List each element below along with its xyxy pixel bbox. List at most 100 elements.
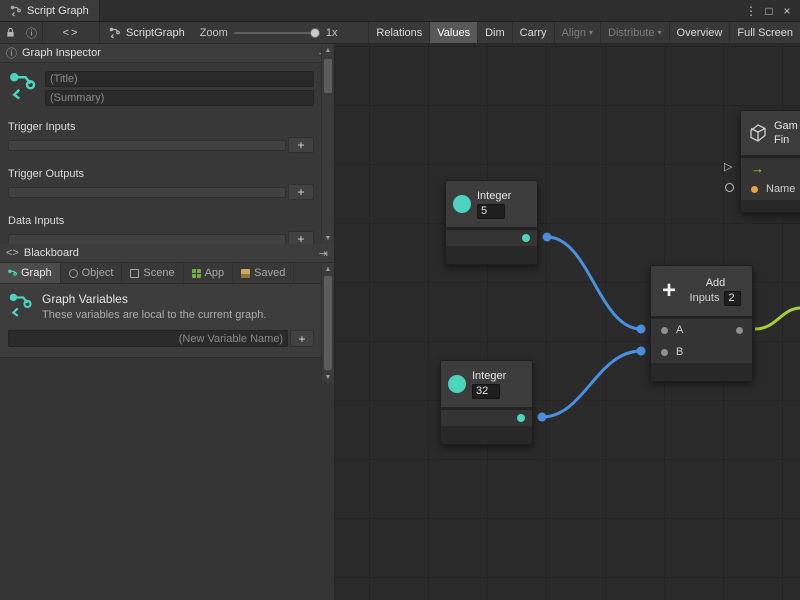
graph-inspector-panel: ⓘ Graph Inspector ⇥ Tri (0, 44, 334, 244)
blackboard-title: Blackboard (24, 247, 79, 259)
node-integer-32[interactable]: Integer (440, 360, 533, 445)
output-port[interactable] (517, 414, 525, 422)
popout-icon[interactable]: ⇥ (319, 247, 328, 260)
carry-button[interactable]: Carry (512, 22, 554, 43)
scroll-up-icon[interactable]: ▲ (322, 44, 334, 56)
variables-icon: <> (6, 247, 19, 259)
overview-button[interactable]: Overview (669, 22, 730, 43)
tab-saved[interactable]: Saved (233, 263, 294, 283)
script-graph-icon (10, 5, 22, 17)
graph-variables-icon (8, 292, 34, 318)
scroll-down-icon[interactable]: ▼ (322, 232, 334, 244)
relations-button[interactable]: Relations (368, 22, 429, 43)
integer-value-input[interactable] (472, 384, 500, 399)
sidebar: ⓘ Graph Inspector ⇥ Tri (0, 44, 335, 600)
trigger-arrow-icon[interactable]: → (751, 161, 764, 176)
tab-object[interactable]: Object (61, 263, 123, 283)
input-port-a[interactable] (661, 327, 668, 334)
graph-title-input[interactable] (45, 71, 314, 87)
wire-endpoint[interactable] (637, 347, 646, 356)
zoom-control: Zoom 1x (194, 22, 344, 43)
tab-script-graph[interactable]: Script Graph (0, 0, 100, 21)
inspector-scrollbar[interactable]: ▲ ▼ (321, 44, 334, 244)
integer-icon (448, 375, 466, 393)
graph-name-button[interactable]: ScriptGraph (100, 22, 194, 43)
trigger-port-icon[interactable]: ▷ (724, 160, 732, 173)
lock-button[interactable] (0, 22, 21, 43)
chevron-down-icon: ▾ (589, 28, 593, 37)
blackboard-tabs: Graph Object Scene App Saved (0, 263, 321, 284)
window-titlebar: Script Graph ⋮ □ × (0, 0, 800, 22)
node-title: Integer (472, 370, 506, 382)
add-trigger-output-button[interactable]: + (288, 184, 314, 200)
wire-integer2-to-add-b (542, 351, 641, 417)
input-port-name[interactable] (751, 186, 758, 193)
scene-tab-icon (130, 269, 139, 278)
window-tab-title: Script Graph (27, 5, 89, 17)
node-title: Integer (477, 190, 511, 202)
node-title: Add (706, 277, 726, 289)
blackboard-panel: <> Blackboard ⇥ Graph Object (0, 244, 334, 600)
code-icon: <> (63, 27, 80, 39)
zoom-slider[interactable] (234, 27, 320, 39)
graph-inspector-body: Trigger Inputs + Trigger Outputs + Data … (0, 63, 334, 247)
add-node-icon: + (658, 280, 680, 302)
object-tab-icon (69, 269, 78, 278)
values-button[interactable]: Values (429, 22, 477, 43)
port-name-label: Name (766, 183, 795, 195)
zoom-slider-handle[interactable] (310, 28, 320, 38)
port-a-label: A (676, 324, 683, 336)
output-port[interactable] (736, 327, 743, 334)
output-port[interactable] (522, 234, 530, 242)
maximize-icon[interactable]: □ (760, 4, 778, 18)
game-object-icon (748, 123, 768, 143)
value-port-icon[interactable] (725, 183, 734, 192)
window-controls: ⋮ □ × (742, 0, 800, 21)
new-variable-input[interactable] (8, 330, 288, 347)
inspector-scrollbar-thumb[interactable] (324, 59, 332, 93)
code-view-button[interactable]: <> (43, 22, 99, 43)
full-screen-button[interactable]: Full Screen (729, 22, 800, 43)
info-icon: ⓘ (6, 45, 17, 61)
graph-canvas[interactable]: Integer Integer (335, 44, 800, 600)
graph-variables-subtitle: These variables are local to the current… (42, 309, 266, 321)
trigger-outputs-list (8, 187, 286, 198)
graph-inspector-title: Graph Inspector (22, 47, 101, 59)
node-add[interactable]: + Add Inputs A B (650, 265, 753, 382)
inputs-label: Inputs (690, 292, 720, 304)
wire-integer1-to-add-a (547, 237, 641, 329)
input-port-b[interactable] (661, 349, 668, 356)
dim-button[interactable]: Dim (477, 22, 512, 43)
scroll-down-icon[interactable]: ▼ (322, 371, 334, 383)
data-inputs-label: Data Inputs (8, 215, 314, 227)
chevron-down-icon: ▾ (658, 28, 662, 37)
close-icon[interactable]: × (778, 4, 796, 18)
trigger-inputs-label: Trigger Inputs (8, 121, 314, 133)
graph-toolbar: ⓘ <> ScriptGraph Zoom 1x Relations Value… (0, 22, 800, 44)
zoom-slider-track (234, 32, 320, 34)
wire-endpoint[interactable] (637, 325, 646, 334)
scroll-up-icon[interactable]: ▲ (322, 263, 334, 275)
tab-scene[interactable]: Scene (122, 263, 183, 283)
tab-app[interactable]: App (184, 263, 234, 283)
info-button[interactable]: ⓘ (21, 22, 42, 43)
info-icon: ⓘ (26, 25, 37, 41)
add-variable-button[interactable]: + (290, 330, 314, 347)
lock-icon (5, 27, 16, 38)
wire-endpoint[interactable] (543, 233, 552, 242)
integer-value-input[interactable] (477, 204, 505, 219)
node-partial[interactable]: Gam Fin → Name (740, 110, 800, 213)
node-title-line2: Fin (774, 134, 798, 146)
node-integer-5[interactable]: Integer (445, 180, 538, 265)
add-trigger-input-button[interactable]: + (288, 137, 314, 153)
inputs-count-input[interactable] (724, 291, 741, 306)
zoom-label: Zoom (200, 27, 228, 39)
tab-graph[interactable]: Graph (0, 263, 61, 283)
blackboard-scrollbar-thumb[interactable] (324, 276, 332, 370)
blackboard-scrollbar[interactable]: ▲ ▼ (321, 263, 334, 383)
trigger-inputs-list (8, 140, 286, 151)
window-menu-icon[interactable]: ⋮ (742, 4, 760, 18)
node-title-line1: Gam (774, 120, 798, 132)
wire-endpoint[interactable] (538, 413, 547, 422)
graph-summary-input[interactable] (45, 90, 314, 106)
